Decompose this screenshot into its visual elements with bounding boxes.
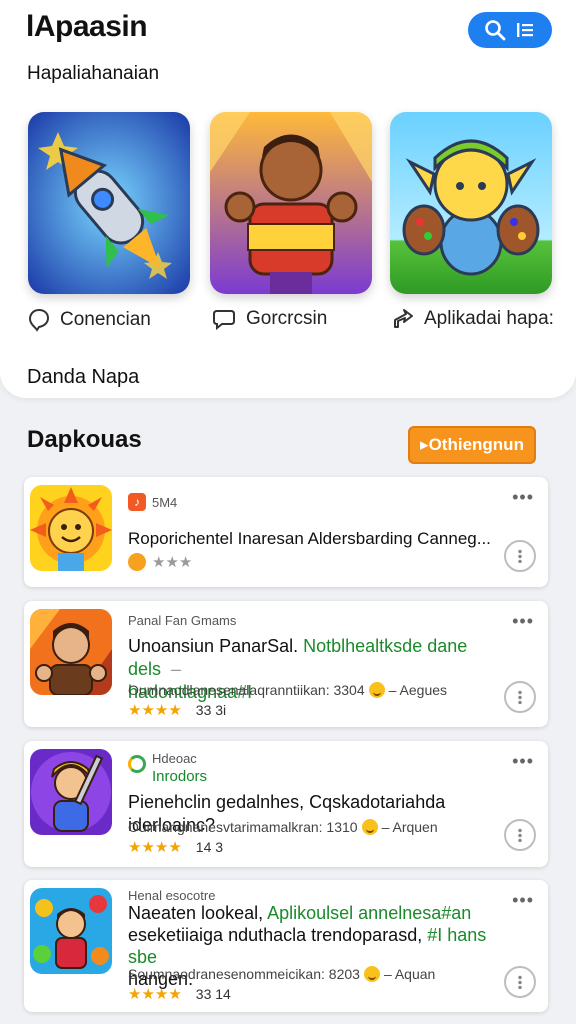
card-headline: Roporichentel Inaresan Aldersbarding Can… — [128, 529, 491, 548]
list-card[interactable]: Hdeoac Inrodors ••• Pienehclin gedalnhes… — [24, 741, 548, 867]
header-actions — [468, 12, 552, 48]
card-options-button[interactable] — [504, 819, 536, 851]
publisher-logo-icon — [128, 755, 146, 773]
list-icon[interactable] — [514, 19, 536, 41]
rating-stars: ★★★★ 14 3 — [128, 839, 224, 856]
chat-icon — [213, 310, 235, 330]
more-dots-icon[interactable]: ••• — [512, 890, 534, 911]
crown-icon — [128, 553, 146, 571]
smile-icon — [368, 682, 385, 698]
publisher-name: 5М4 — [152, 494, 178, 510]
category-label: Gorcrcsin — [246, 308, 328, 329]
card-meta: Ouimangnanesvtarimamalkran: 1310– Arquen — [128, 819, 438, 835]
more-dots-icon[interactable]: ••• — [512, 487, 534, 508]
card-meta: Oumnaodlanesenalaqranntiikan: 3304– Aegu… — [128, 682, 448, 698]
smile-icon — [361, 819, 378, 835]
category-gorcrcsin[interactable]: Gorcrcsin — [212, 308, 327, 330]
smile-icon — [363, 966, 380, 982]
publisher-name: Panal Fan Gmams — [128, 613, 237, 628]
rating-stars: ★★★★ 33 3i — [128, 702, 227, 719]
top-sheet: lApaasin Hapaliahanaian Conencian Gorcrc… — [0, 0, 576, 398]
publisher-name: Henal esocotre — [128, 888, 216, 903]
page-subtitle: Hapaliahanaian — [27, 63, 160, 84]
more-dots-icon[interactable]: ••• — [512, 751, 534, 772]
publisher-subtitle: Inrodors — [152, 768, 208, 785]
card-meta: Soumnaodranesenommeicikan: 8203– Aquan — [128, 966, 436, 982]
publisher-line: Panal Fan Gmams — [128, 613, 236, 628]
category-label: Aplikadai hapa: — [424, 308, 554, 329]
publisher-badge-icon: ♪ — [128, 493, 146, 511]
category-label: Conencian — [60, 309, 151, 330]
app-icon-sun — [30, 485, 112, 571]
featured-creature-game[interactable] — [390, 112, 552, 294]
list-card[interactable]: ♪ 5М4 ••• Roporichentel Inaresan Aldersb… — [24, 477, 548, 587]
card-options-button[interactable] — [504, 540, 536, 572]
section-action-button[interactable]: ▸Othiengnun — [408, 426, 536, 464]
app-icon-warrior — [30, 749, 112, 835]
app-icon-hero — [30, 609, 112, 695]
app-icon-party — [30, 888, 112, 974]
more-dots-icon[interactable]: ••• — [512, 611, 534, 632]
app-title: lApaasin — [26, 10, 148, 43]
publisher-name: Hdeoac — [152, 751, 197, 766]
publisher-line: Henal esocotre — [128, 888, 215, 903]
pin-icon — [28, 308, 50, 332]
publisher-line: ♪ 5М4 — [128, 493, 177, 511]
send-icon — [394, 309, 413, 328]
rating-stars: ★★★★ 33 14 — [128, 986, 231, 1003]
card-options-button[interactable] — [504, 966, 536, 998]
search-icon[interactable] — [484, 19, 506, 41]
rating-stars: ★★★ — [128, 553, 192, 571]
top-footer-link[interactable]: Danda Napa — [27, 366, 139, 389]
section-title: Dapkouas — [27, 426, 142, 453]
featured-fighter-game[interactable] — [210, 112, 372, 294]
card-options-button[interactable] — [504, 681, 536, 713]
category-conencian[interactable]: Conencian — [28, 308, 151, 332]
list-card[interactable]: Panal Fan Gmams ••• Unoansiun PanarSal. … — [24, 601, 548, 727]
list-card[interactable]: Henal esocotre ••• Naeaten lookeal, Apli… — [24, 880, 548, 1012]
category-aplikadai[interactable]: Aplikadai hapa: — [392, 308, 554, 330]
featured-rocket-game[interactable] — [28, 112, 190, 294]
publisher-line: Hdeoac Inrodors — [128, 751, 207, 785]
